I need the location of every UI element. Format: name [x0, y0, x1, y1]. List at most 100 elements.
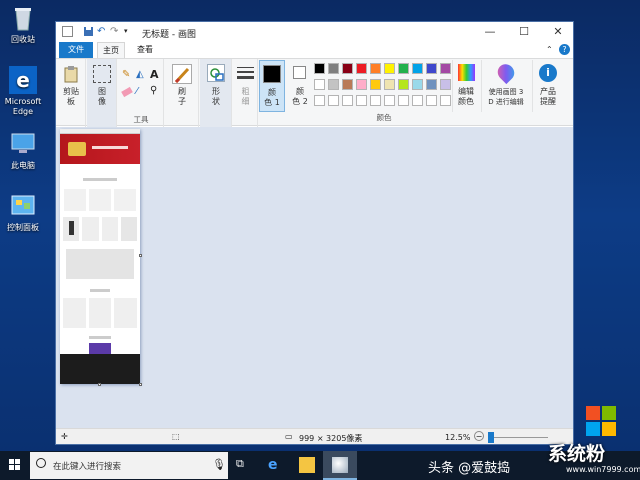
color-2-button[interactable]: 颜 色 2	[287, 60, 313, 112]
start-button[interactable]	[0, 451, 30, 480]
tab-home[interactable]: 主页	[97, 42, 125, 58]
canvas-area[interactable]	[56, 127, 573, 428]
paint-window[interactable]: ↶ ↷ ▾ 无标题 - 画图 — ☐ ✕ 文件 主页 查看 ⌃ ? 剪贴 板 图…	[55, 21, 574, 445]
shapes-button-label-2[interactable]: 状	[204, 97, 228, 107]
brush-button-label-2[interactable]: 子	[170, 97, 194, 107]
line-width-icon[interactable]	[237, 65, 254, 79]
colors-group-label: 颜色	[376, 113, 392, 122]
text-icon[interactable]: A	[150, 68, 159, 81]
desktop-icon-this-pc[interactable]: 此电脑	[0, 130, 46, 171]
color-swatch[interactable]	[440, 63, 451, 74]
color-swatch[interactable]	[356, 63, 367, 74]
resize-handle-corner[interactable]	[139, 383, 142, 386]
color-swatch[interactable]	[370, 63, 381, 74]
redo-icon[interactable]: ↷	[110, 26, 121, 37]
paste-icon[interactable]	[62, 65, 80, 83]
zoom-out-button[interactable]: −	[474, 431, 484, 441]
size-button-label-2[interactable]: 细	[233, 97, 258, 107]
image-button-label-2[interactable]: 像	[90, 97, 114, 107]
title-bar[interactable]: ↶ ↷ ▾ 无标题 - 画图 — ☐ ✕	[56, 22, 573, 42]
canvas-image[interactable]	[60, 129, 140, 384]
color-swatch[interactable]	[328, 95, 339, 106]
color-swatch[interactable]	[342, 79, 353, 90]
zoom-slider-track[interactable]	[488, 437, 548, 438]
tab-view[interactable]: 查看	[132, 42, 158, 58]
help-icon[interactable]: ?	[559, 44, 570, 55]
eraser-icon[interactable]	[121, 86, 133, 98]
color-swatch[interactable]	[328, 79, 339, 90]
magnifier-icon[interactable]: ⚲	[150, 85, 157, 96]
save-icon[interactable]	[83, 26, 94, 37]
color-swatch[interactable]	[426, 63, 437, 74]
color-swatch[interactable]	[426, 79, 437, 90]
color-swatch[interactable]	[440, 79, 451, 90]
brush-button-label[interactable]: 刷	[170, 87, 194, 97]
color-swatch[interactable]	[384, 79, 395, 90]
search-box[interactable]: 在此键入进行搜索 🎙	[30, 452, 228, 479]
color-swatch[interactable]	[412, 63, 423, 74]
pencil-icon[interactable]: ✎	[122, 69, 130, 80]
customize-quick-access-icon[interactable]: ▾	[124, 26, 135, 37]
shapes-icon[interactable]	[207, 64, 225, 82]
color-swatch[interactable]	[370, 95, 381, 106]
paste-button-label-2[interactable]: 板	[59, 97, 83, 107]
maximize-button[interactable]: ☐	[507, 22, 541, 42]
color-swatch[interactable]	[314, 95, 325, 106]
image-button-label[interactable]: 图	[90, 87, 114, 97]
edge-taskbar-icon[interactable]: e	[268, 457, 284, 473]
task-view-icon[interactable]: ⧉	[236, 457, 252, 473]
paste-button-label[interactable]: 剪贴	[59, 87, 83, 97]
resize-handle-bottom[interactable]	[98, 383, 101, 386]
tab-file[interactable]: 文件	[59, 42, 93, 58]
computer-icon	[9, 130, 37, 158]
resize-handle-right[interactable]	[139, 254, 142, 257]
close-button[interactable]: ✕	[541, 22, 573, 42]
microphone-icon[interactable]: 🎙	[212, 458, 226, 471]
color-swatch[interactable]	[384, 95, 395, 106]
color-swatch[interactable]	[440, 95, 451, 106]
color-swatch[interactable]	[342, 95, 353, 106]
color-swatch[interactable]	[342, 63, 353, 74]
shapes-button-label[interactable]: 形	[204, 87, 228, 97]
brushes-group: 刷 子	[165, 59, 199, 127]
color-swatch[interactable]	[412, 95, 423, 106]
toutiao-watermark: 头条 @爱鼓捣	[428, 461, 511, 476]
tools-group-label: 工具	[133, 115, 149, 124]
cursor-position-icon: ✛	[61, 432, 68, 441]
color-swatch[interactable]	[314, 63, 325, 74]
minimize-button[interactable]: —	[473, 22, 507, 42]
desktop-icon-recycle-bin[interactable]: 回收站	[0, 4, 46, 45]
color-swatch[interactable]	[370, 79, 381, 90]
select-icon[interactable]	[93, 65, 111, 83]
paint-3d-button[interactable]: 使用画图 3 D 进行编辑	[481, 60, 529, 112]
color-swatch[interactable]	[384, 63, 395, 74]
color-swatch[interactable]	[314, 79, 325, 90]
zoom-slider-thumb[interactable]	[488, 432, 494, 443]
desktop-icon-control-panel[interactable]: 控制面板	[0, 192, 46, 233]
color-swatch[interactable]	[398, 79, 409, 90]
color-swatch[interactable]	[412, 79, 423, 90]
edit-colors-icon	[458, 64, 475, 81]
color-swatch[interactable]	[356, 95, 367, 106]
color-swatch[interactable]	[398, 95, 409, 106]
color-picker-icon[interactable]: ⁄	[136, 86, 138, 97]
file-explorer-icon[interactable]	[299, 457, 315, 473]
desktop-icon-edge[interactable]: e Microsoft Edge	[0, 66, 46, 117]
color-swatch[interactable]	[398, 63, 409, 74]
color-swatch[interactable]	[426, 95, 437, 106]
size-button-label[interactable]: 粗	[233, 87, 258, 97]
color-swatch[interactable]	[328, 63, 339, 74]
image-group: 图 像	[87, 59, 117, 127]
edge-icon: e	[9, 66, 37, 94]
color-1-button[interactable]: 颜 色 1	[259, 60, 285, 112]
clipboard-group: 剪贴 板	[56, 59, 86, 127]
edit-colors-button[interactable]: 编辑 颜色	[452, 60, 478, 112]
product-alert-button[interactable]: i 产品 提醒	[532, 60, 562, 112]
color-swatch[interactable]	[356, 79, 367, 90]
fill-icon[interactable]: ◭	[136, 69, 144, 80]
status-bar: ✛ ⬚ ▭ 999 × 3205像素 12.5% −	[56, 428, 573, 444]
undo-icon[interactable]: ↶	[97, 26, 108, 37]
collapse-ribbon-icon[interactable]: ⌃	[546, 45, 553, 54]
paint-taskbar-button[interactable]	[323, 451, 357, 480]
brush-icon[interactable]	[172, 64, 192, 84]
